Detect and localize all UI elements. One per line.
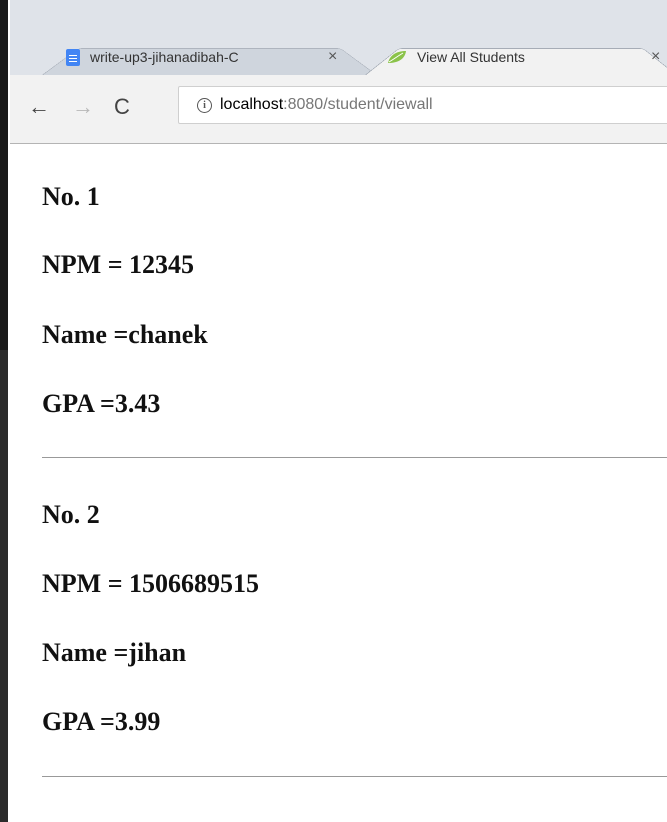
student-gpa: GPA =3.99 <box>42 707 161 736</box>
spring-leaf-icon <box>388 51 406 63</box>
tab-strip: write-up3-jihanadibah-C × View All Stude… <box>10 0 667 75</box>
tab-write-up[interactable]: write-up3-jihanadibah-C × <box>42 39 377 75</box>
back-arrow-icon[interactable]: ← <box>28 93 50 121</box>
google-docs-icon <box>66 48 80 66</box>
student-name: Name =jihan <box>42 638 187 667</box>
student-number: No. 2 <box>42 500 100 529</box>
url-path: :8080/student/viewall <box>283 96 433 113</box>
reload-icon[interactable]: C <box>114 93 130 121</box>
close-icon[interactable]: × <box>651 48 660 66</box>
tab-view-all-students[interactable]: View All Students × <box>365 39 667 75</box>
window-edge <box>0 0 8 822</box>
student-npm: NPM = 12345 <box>42 250 195 279</box>
url-host: localhost <box>220 96 284 113</box>
student-gpa: GPA =3.43 <box>42 389 161 418</box>
tab-title: write-up3-jihanadibah-C <box>90 49 239 65</box>
student-name: Name =chanek <box>42 320 208 349</box>
forward-arrow-icon[interactable]: → <box>72 93 94 121</box>
page-content: No. 1 NPM = 12345 Name =chanek GPA =3.43… <box>10 144 667 822</box>
browser-toolbar: ← → C i localhost:8080/student/viewall <box>10 75 667 144</box>
tab-title: View All Students <box>417 49 525 65</box>
close-icon[interactable]: × <box>328 48 337 66</box>
student-npm: NPM = 1506689515 <box>42 569 260 598</box>
url-text[interactable]: localhost:8080/student/viewall <box>220 96 433 114</box>
info-icon[interactable]: i <box>197 97 212 113</box>
divider <box>42 776 667 777</box>
browser-window: write-up3-jihanadibah-C × View All Stude… <box>10 0 667 822</box>
divider <box>42 457 667 458</box>
student-number: No. 1 <box>42 182 100 211</box>
address-bar[interactable]: i localhost:8080/student/viewall <box>178 86 667 124</box>
